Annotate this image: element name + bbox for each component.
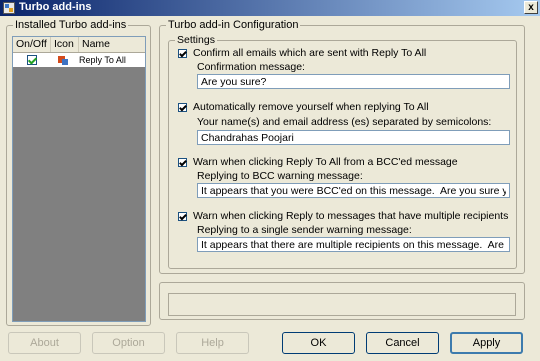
status-panel [168,293,516,316]
apply-button[interactable]: Apply [450,332,523,354]
cancel-button[interactable]: Cancel [366,332,439,354]
remove-yourself-option[interactable]: Automatically remove yourself when reply… [178,101,429,113]
settings-title: Settings [175,34,217,46]
column-header-name[interactable]: Name [79,37,145,52]
multiple-recipients-label: Warn when clicking Reply to messages tha… [193,210,509,222]
bcc-warning-label: Warn when clicking Reply To All from a B… [193,156,458,168]
list-item[interactable]: Reply To All [13,53,145,67]
confirm-reply-all-checkbox[interactable] [178,48,187,58]
remove-yourself-checkbox[interactable] [178,102,187,112]
bcc-warning-message-label: Replying to BCC warning message: [197,170,363,182]
option-button[interactable]: Option [92,332,165,354]
your-names-input[interactable] [197,130,510,145]
confirmation-message-input[interactable] [197,74,510,89]
turbo-addin-icon [58,55,68,65]
installed-addins-title: Installed Turbo add-ins [13,19,129,31]
bcc-warning-checkbox[interactable] [178,157,187,167]
column-header-icon[interactable]: Icon [51,37,79,52]
ok-button[interactable]: OK [282,332,355,354]
single-sender-warning-input[interactable] [197,237,510,252]
app-icon [3,2,15,14]
installed-addins-group: Installed Turbo add-ins On/Off Icon Name… [6,19,151,326]
your-names-label: Your name(s) and email address (es) sepa… [197,116,492,128]
addin-configuration-group: Turbo add-in Configuration Settings Conf… [159,19,525,274]
multiple-recipients-option[interactable]: Warn when clicking Reply to messages tha… [178,210,508,222]
remove-yourself-label: Automatically remove yourself when reply… [193,101,429,113]
confirmation-message-label: Confirmation message: [197,61,305,73]
close-button[interactable]: x [524,1,538,14]
bcc-warning-message-input[interactable] [197,183,510,198]
column-header-onoff[interactable]: On/Off [13,37,51,52]
about-button[interactable]: About [8,332,81,354]
addins-list[interactable]: On/Off Icon Name Reply To All [12,36,146,322]
help-button[interactable]: Help [176,332,249,354]
settings-group: Settings Confirm all emails which are se… [168,34,517,269]
status-group [159,282,525,320]
multiple-recipients-checkbox[interactable] [178,211,187,221]
confirm-reply-all-option[interactable]: Confirm all emails which are sent with R… [178,47,426,59]
title-bar: Turbo add-ins x [0,0,540,16]
confirm-reply-all-label: Confirm all emails which are sent with R… [193,47,427,59]
addin-enabled-checkbox[interactable] [27,55,37,65]
single-sender-warning-label: Replying to a single sender warning mess… [197,224,412,236]
configuration-title: Turbo add-in Configuration [166,19,301,31]
list-header: On/Off Icon Name [13,37,145,53]
window-title: Turbo add-ins [19,1,92,13]
bcc-warning-option[interactable]: Warn when clicking Reply To All from a B… [178,156,458,168]
addin-name: Reply To All [79,55,126,65]
